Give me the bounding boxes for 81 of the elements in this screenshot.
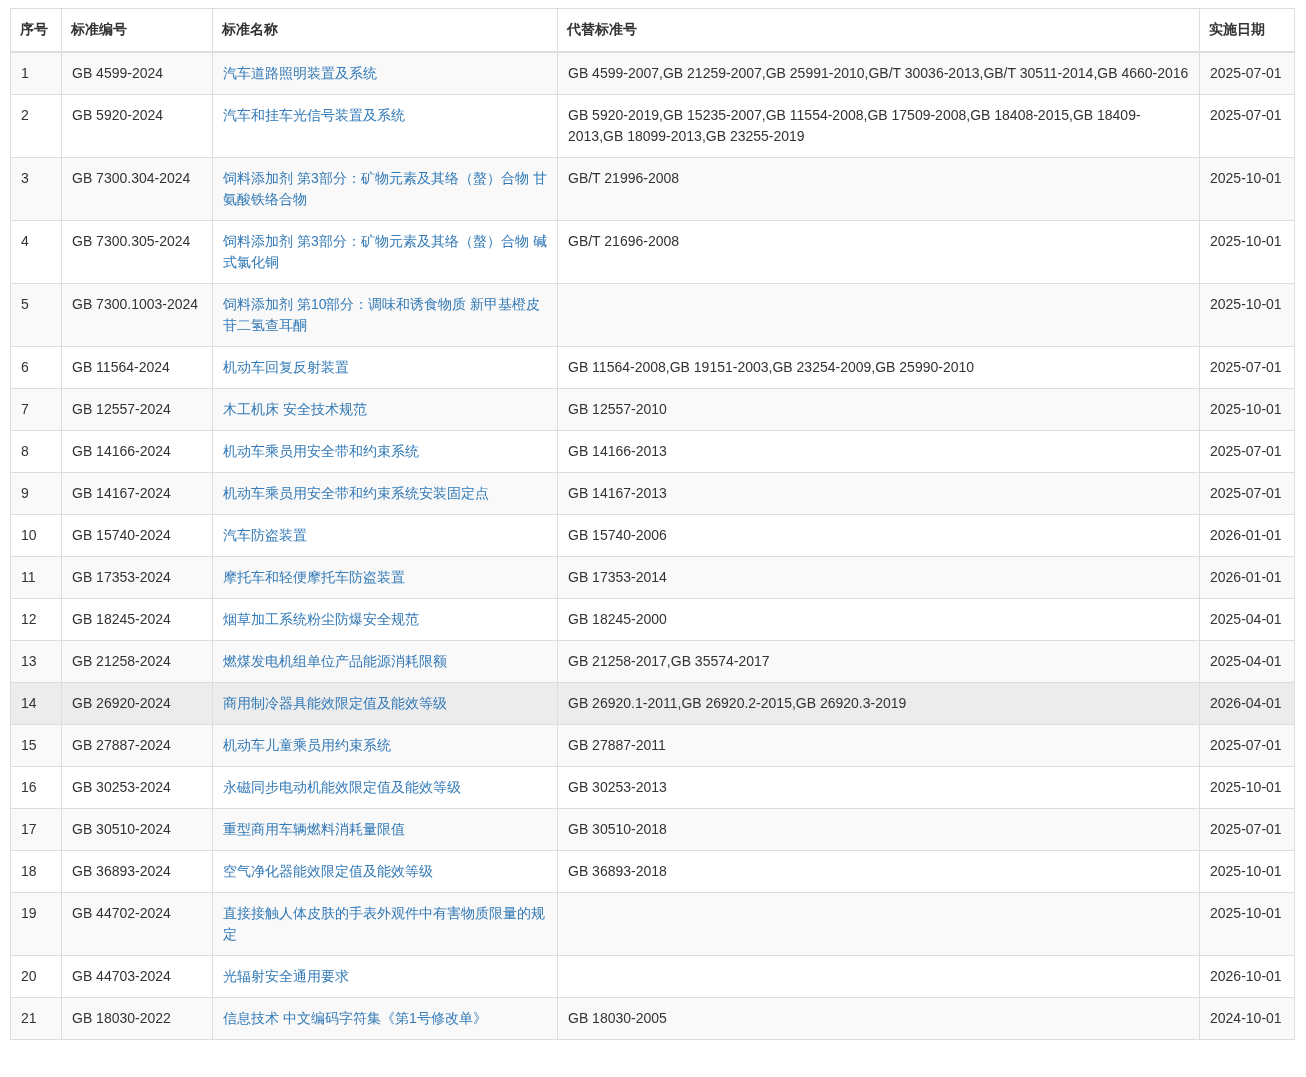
row-number-cell: 6 bbox=[10, 346, 62, 389]
row-number-cell: 1 bbox=[10, 52, 62, 95]
row-number-cell: 10 bbox=[10, 514, 62, 557]
row-number-cell: 13 bbox=[10, 640, 62, 683]
effective-date-cell: 2025-04-01 bbox=[1199, 598, 1295, 641]
effective-date-cell: 2025-10-01 bbox=[1199, 157, 1295, 221]
row-number-cell: 3 bbox=[10, 157, 62, 221]
standard-code-cell: GB 7300.304-2024 bbox=[61, 157, 213, 221]
replaced-standards-cell: GB 5920-2019,GB 15235-2007,GB 11554-2008,GB 17509-2008,GB 18408-2015,GB 18409-2013,GB 18099-2013,GB 23255-2019 bbox=[557, 94, 1200, 158]
effective-date-cell: 2025-04-01 bbox=[1199, 640, 1295, 683]
effective-date-cell: 2025-10-01 bbox=[1199, 283, 1295, 347]
row-number-cell: 4 bbox=[10, 220, 62, 284]
effective-date-cell: 2025-07-01 bbox=[1199, 472, 1295, 515]
replaced-standards-cell: GB 26920.1-2011,GB 26920.2-2015,GB 26920.3-2019 bbox=[557, 682, 1200, 725]
replaced-standards-cell: GB/T 21696-2008 bbox=[557, 220, 1200, 284]
replaced-standards-cell: GB 21258-2017,GB 35574-2017 bbox=[557, 640, 1200, 683]
standard-code-cell: GB 11564-2024 bbox=[61, 346, 213, 389]
standard-code-cell: GB 18245-2024 bbox=[61, 598, 213, 641]
standard-code-cell: GB 17353-2024 bbox=[61, 556, 213, 599]
replaced-standards-cell: GB 12557-2010 bbox=[557, 388, 1200, 431]
replaced-standards-cell: GB 4599-2007,GB 21259-2007,GB 25991-2010,GB/T 30036-2013,GB/T 30511-2014,GB 4660-2016 bbox=[557, 52, 1200, 95]
effective-date-cell: 2025-10-01 bbox=[1199, 388, 1295, 431]
standard-code-cell: GB 44703-2024 bbox=[61, 955, 213, 998]
standard-code-cell: GB 26920-2024 bbox=[61, 682, 213, 725]
effective-date-cell: 2025-07-01 bbox=[1199, 430, 1295, 473]
standard-code-cell: GB 44702-2024 bbox=[61, 892, 213, 956]
standard-code-cell: GB 18030-2022 bbox=[61, 997, 213, 1040]
row-number-cell: 8 bbox=[10, 430, 62, 473]
effective-date-cell: 2025-10-01 bbox=[1199, 850, 1295, 893]
row-number-cell: 14 bbox=[10, 682, 62, 725]
effective-date-cell: 2025-10-01 bbox=[1199, 766, 1295, 809]
standard-code-cell: GB 15740-2024 bbox=[61, 514, 213, 557]
standard-code-cell: GB 21258-2024 bbox=[61, 640, 213, 683]
effective-date-cell: 2026-04-01 bbox=[1199, 682, 1295, 725]
replaced-standards-cell: GB 27887-2011 bbox=[557, 724, 1200, 767]
row-number-cell: 7 bbox=[10, 388, 62, 431]
effective-date-cell: 2024-10-01 bbox=[1199, 997, 1295, 1040]
standard-code-cell: GB 12557-2024 bbox=[61, 388, 213, 431]
standard-code-cell: GB 5920-2024 bbox=[61, 94, 213, 158]
row-number-cell: 21 bbox=[10, 997, 62, 1040]
replaced-standards-cell: GB 14167-2013 bbox=[557, 472, 1200, 515]
standard-code-cell: GB 14166-2024 bbox=[61, 430, 213, 473]
row-number-cell: 2 bbox=[10, 94, 62, 158]
standard-code-cell: GB 4599-2024 bbox=[61, 52, 213, 95]
effective-date-cell: 2025-10-01 bbox=[1199, 220, 1295, 284]
effective-date-cell: 2025-07-01 bbox=[1199, 808, 1295, 851]
row-number-cell: 12 bbox=[10, 598, 62, 641]
effective-date-cell: 2025-10-01 bbox=[1199, 892, 1295, 956]
effective-date-cell: 2026-10-01 bbox=[1199, 955, 1295, 998]
row-number-cell: 17 bbox=[10, 808, 62, 851]
standard-code-cell: GB 36893-2024 bbox=[61, 850, 213, 893]
replaced-standards-cell: GB/T 21996-2008 bbox=[557, 157, 1200, 221]
effective-date-cell: 2025-07-01 bbox=[1199, 724, 1295, 767]
effective-date-cell: 2025-07-01 bbox=[1199, 94, 1295, 158]
replaced-standards-cell: GB 17353-2014 bbox=[557, 556, 1200, 599]
replaced-standards-cell: GB 11564-2008,GB 19151-2003,GB 23254-2009,GB 25990-2010 bbox=[557, 346, 1200, 389]
replaced-standards-cell: GB 14166-2013 bbox=[557, 430, 1200, 473]
row-number-cell: 9 bbox=[10, 472, 62, 515]
standard-code-cell: GB 30253-2024 bbox=[61, 766, 213, 809]
standard-code-cell: GB 7300.1003-2024 bbox=[61, 283, 213, 347]
standard-code-cell: GB 27887-2024 bbox=[61, 724, 213, 767]
effective-date-cell: 2026-01-01 bbox=[1199, 556, 1295, 599]
row-number-cell: 18 bbox=[10, 850, 62, 893]
standard-code-cell: GB 30510-2024 bbox=[61, 808, 213, 851]
effective-date-cell: 2025-07-01 bbox=[1199, 346, 1295, 389]
row-number-cell: 19 bbox=[10, 892, 62, 956]
replaced-standards-cell: GB 36893-2018 bbox=[557, 850, 1200, 893]
replaced-standards-cell: GB 18245-2000 bbox=[557, 598, 1200, 641]
standard-code-cell: GB 7300.305-2024 bbox=[61, 220, 213, 284]
row-number-cell: 5 bbox=[10, 283, 62, 347]
row-number-cell: 11 bbox=[10, 556, 62, 599]
row-number-cell: 20 bbox=[10, 955, 62, 998]
row-number-cell: 16 bbox=[10, 766, 62, 809]
replaced-standards-cell: GB 15740-2006 bbox=[557, 514, 1200, 557]
effective-date-cell: 2025-07-01 bbox=[1199, 52, 1295, 95]
replaced-standards-cell: GB 18030-2005 bbox=[557, 997, 1200, 1040]
effective-date-cell: 2026-01-01 bbox=[1199, 514, 1295, 557]
row-number-cell: 15 bbox=[10, 724, 62, 767]
replaced-standards-cell: GB 30253-2013 bbox=[557, 766, 1200, 809]
standard-code-cell: GB 14167-2024 bbox=[61, 472, 213, 515]
replaced-standards-cell: GB 30510-2018 bbox=[557, 808, 1200, 851]
